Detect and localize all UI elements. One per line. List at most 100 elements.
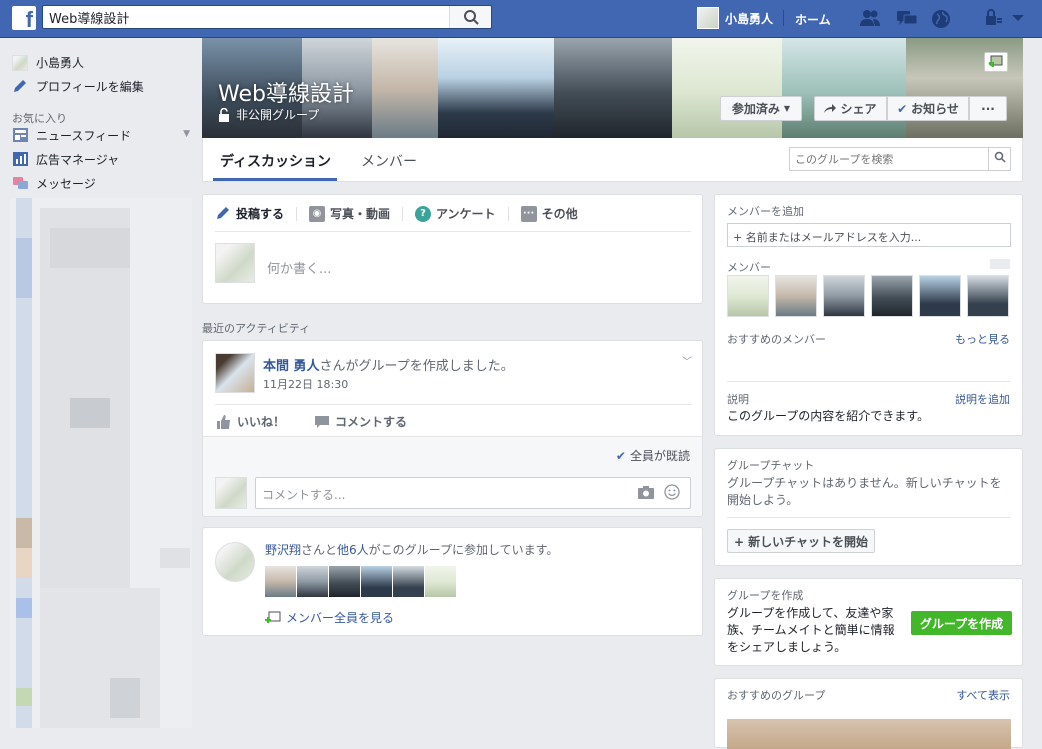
- create-group-panel: グループを作成 グループを作成して、友達や家族、チームメイトと簡単に情報をシェア…: [714, 578, 1023, 666]
- chevron-down-icon[interactable]: ▼: [183, 129, 190, 139]
- member-thumbnail[interactable]: [823, 275, 865, 317]
- thumbs-up-icon: [217, 414, 230, 429]
- edit-profile-link[interactable]: プロフィールを編集: [12, 78, 144, 95]
- member-thumbnail[interactable]: [967, 275, 1009, 317]
- notifications-globe-icon[interactable]: [931, 9, 951, 28]
- joined-button[interactable]: 参加済み ▼: [720, 96, 802, 121]
- search-icon[interactable]: [988, 148, 1010, 170]
- create-group-text: グループを作成して、友達や家族、チームメイトと簡単に情報をシェアしましょう。: [727, 606, 895, 654]
- members-title[interactable]: メンバー: [727, 259, 771, 275]
- sidebar-item-label: 広告マネージャ: [36, 153, 120, 167]
- account-menu-icon[interactable]: [1008, 9, 1028, 27]
- active-tab-indicator: [213, 178, 337, 181]
- tab-discussion[interactable]: ディスカッション: [220, 151, 331, 171]
- emoji-smiley-icon[interactable]: [664, 484, 680, 503]
- checkmark-icon: ✔: [615, 448, 626, 463]
- sidebar-item-label: メッセージ: [36, 177, 96, 191]
- more-options-button[interactable]: ···: [969, 96, 1007, 121]
- member-thumbnail[interactable]: [265, 566, 296, 597]
- left-profile-link[interactable]: 小島勇人: [12, 54, 84, 71]
- sidebar-item-news-feed[interactable]: ニュースフィード ▼: [12, 127, 190, 144]
- composer-tab-photo-video[interactable]: ◉ 写真・動画: [309, 205, 390, 222]
- members-list-icon[interactable]: [990, 259, 1010, 269]
- edit-profile-label: プロフィールを編集: [36, 80, 144, 94]
- home-link[interactable]: ホーム: [795, 11, 831, 28]
- see-more-link[interactable]: もっと見る: [955, 331, 1010, 347]
- edit-cover-icon[interactable]: [984, 52, 1008, 72]
- post-author-link[interactable]: 本間 勇人: [263, 359, 320, 374]
- member-thumbnail[interactable]: [919, 275, 961, 317]
- chevron-down-icon[interactable]: ﹀: [682, 353, 692, 368]
- left-user-name: 小島勇人: [36, 56, 85, 70]
- poll-question-icon: ?: [415, 205, 432, 222]
- see-all-members-link[interactable]: メンバー全員を見る: [265, 609, 394, 626]
- group-chat-panel: グループチャット グループチャットはありません。新しいチャットを開始しよう。 +…: [714, 448, 1023, 566]
- joined-others-link[interactable]: 他6人: [337, 543, 369, 557]
- composer-input[interactable]: 何か書く...: [267, 258, 331, 277]
- add-member-icon: [265, 611, 281, 623]
- seen-by-indicator[interactable]: ✔ 全員が既読: [616, 447, 690, 464]
- search-icon: [464, 10, 479, 25]
- messages-icon[interactable]: [897, 9, 918, 27]
- facebook-logo-icon[interactable]: f: [12, 6, 36, 30]
- group-chat-empty-text: グループチャットはありません。新しいチャットを開始しよう。: [727, 476, 1002, 507]
- post-header: 本間 勇人さんがグループを作成しました。: [263, 355, 514, 374]
- tab-members[interactable]: メンバー: [361, 151, 417, 171]
- joined-text-middle: さんと: [301, 543, 338, 557]
- add-description-link[interactable]: 説明を追加: [955, 391, 1010, 407]
- member-thumbnail[interactable]: [361, 566, 392, 597]
- avatar: [697, 7, 719, 29]
- add-member-input-box[interactable]: + 名前またはメールアドレスを入力...: [727, 223, 1011, 247]
- comment-input[interactable]: コメントする...: [262, 486, 345, 503]
- privacy-lock-icon[interactable]: [983, 9, 1003, 27]
- avatar[interactable]: [215, 353, 255, 393]
- sidebar-item-messages[interactable]: メッセージ: [12, 175, 96, 192]
- member-thumbnail[interactable]: [727, 275, 769, 317]
- member-thumbnail[interactable]: [871, 275, 913, 317]
- composer-tab-post[interactable]: 投稿する: [215, 205, 284, 222]
- joined-text-rest: がこのグループに参加しています。: [368, 543, 559, 557]
- comment-label: コメントする: [335, 415, 408, 429]
- friends-icon[interactable]: [860, 9, 880, 27]
- create-group-button[interactable]: グループを作成: [911, 611, 1012, 635]
- suggested-group-cover-image[interactable]: [727, 719, 1011, 749]
- post-timestamp[interactable]: 11月22日 18:30: [263, 376, 348, 392]
- avatar[interactable]: [215, 542, 255, 582]
- news-feed-icon: [12, 127, 28, 144]
- group-title[interactable]: Web導線設計: [218, 76, 354, 108]
- member-thumbnail[interactable]: [297, 566, 328, 597]
- add-member-input[interactable]: + 名前またはメールアドレスを入力...: [733, 229, 921, 245]
- share-button[interactable]: シェア: [814, 96, 887, 121]
- group-cover-photo: Web導線設計 非公開グループ 参加済み ▼ シェア ✔ お知らせ ···: [202, 38, 1023, 138]
- member-thumbnail[interactable]: [775, 275, 817, 317]
- comment-input-box[interactable]: コメントする...: [255, 477, 691, 509]
- camera-icon[interactable]: [638, 485, 654, 502]
- top-user-name: 小島勇人: [725, 11, 774, 26]
- notifications-button[interactable]: ✔ お知らせ: [887, 96, 969, 121]
- like-button[interactable]: いいね！: [217, 413, 285, 430]
- sidebar-item-ads-manager[interactable]: 広告マネージャ: [12, 151, 119, 168]
- create-group-title: グループを作成: [727, 589, 804, 602]
- member-thumbnail[interactable]: [329, 566, 360, 597]
- see-all-groups-link[interactable]: すべて表示: [956, 687, 1010, 703]
- top-user-profile-link[interactable]: 小島勇人: [697, 6, 773, 30]
- comment-button[interactable]: コメントする: [315, 413, 407, 430]
- global-search-input[interactable]: [43, 6, 443, 28]
- composer-tab-poll[interactable]: ? アンケート: [415, 205, 496, 222]
- camera-icon: ◉: [309, 205, 326, 222]
- group-search-box: [789, 147, 1011, 171]
- new-chat-button[interactable]: + 新しいチャットを開始: [727, 529, 875, 553]
- group-search-input[interactable]: [790, 148, 986, 170]
- member-thumbnail[interactable]: [425, 566, 456, 597]
- activity-post: 本間 勇人さんがグループを作成しました。 11月22日 18:30 ﹀ いいね！…: [202, 340, 703, 517]
- checkmark-icon: ✔: [897, 101, 908, 116]
- avatar: [215, 243, 255, 283]
- composer-tab-more[interactable]: ··· その他: [520, 205, 578, 222]
- joined-user-link[interactable]: 野沢翔: [265, 543, 301, 557]
- see-all-members-label: メンバー全員を見る: [286, 611, 395, 625]
- group-chat-title: グループチャット: [727, 459, 815, 472]
- member-thumbnail[interactable]: [393, 566, 424, 597]
- search-button[interactable]: [449, 6, 491, 28]
- composer-tab-label: アンケート: [436, 207, 496, 221]
- composer-tab-label: その他: [541, 207, 578, 221]
